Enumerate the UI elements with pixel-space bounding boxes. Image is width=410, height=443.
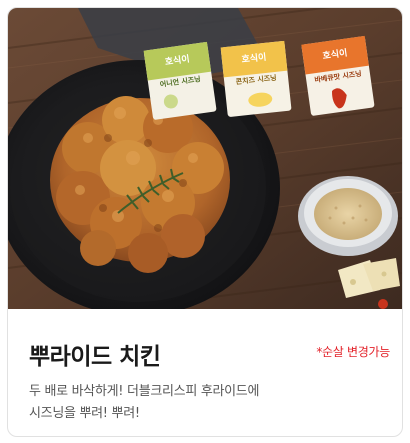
seasoning-packet-bbq: 호식이 바베큐맛 시즈닝 — [301, 35, 375, 116]
product-image[interactable]: 호식이 어니언 시즈닝 호식이 콘치즈 시즈닝 호식이 바베큐맛 시즈닝 — [8, 8, 402, 309]
description-line: 두 배로 바삭하게! 더블크리스피 후라이드에 — [29, 384, 260, 399]
seasoning-packet-onion: 호식이 어니언 시즈닝 — [143, 41, 217, 120]
product-card[interactable]: 호식이 어니언 시즈닝 호식이 콘치즈 시즈닝 호식이 바베큐맛 시즈닝 뿌라이… — [7, 7, 403, 437]
fried-chicken-photo: 호식이 어니언 시즈닝 호식이 콘치즈 시즈닝 호식이 바베큐맛 시즈닝 — [8, 8, 402, 309]
chili-flake — [378, 299, 388, 309]
boneless-option-badge: *순살 변경가능 — [316, 345, 390, 359]
seasoning-packet-corn-cheese: 호식이 콘치즈 시즈닝 — [220, 40, 292, 117]
seasoning-powder-bowl — [298, 176, 398, 256]
product-description: 두 배로 바삭하게! 더블크리스피 후라이드에 시즈닝을 뿌려! 뿌려! — [29, 381, 379, 425]
product-info: 뿌라이드 치킨 *순살 변경가능 두 배로 바삭하게! 더블크리스피 후라이드에… — [8, 309, 402, 436]
description-line: 시즈닝을 뿌려! 뿌려! — [29, 406, 140, 421]
product-title: 뿌라이드 치킨 — [29, 344, 161, 370]
